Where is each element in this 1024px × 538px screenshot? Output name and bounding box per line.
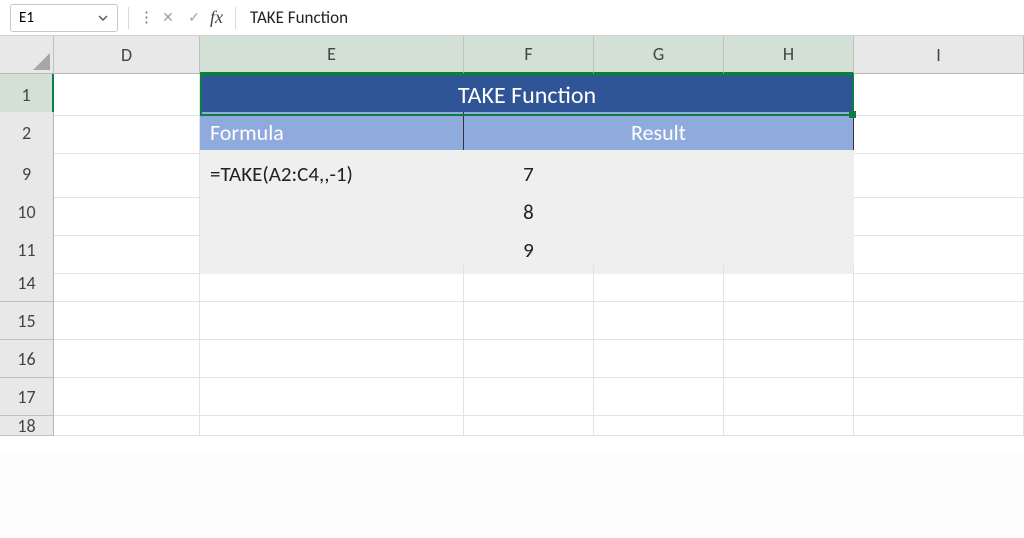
cell-D1[interactable] (54, 74, 200, 116)
cell-I17[interactable] (854, 378, 1024, 416)
cell-D17[interactable] (54, 378, 200, 416)
cell-I15[interactable] (854, 302, 1024, 340)
formula-bar: E1 ⋮ ✕ ✓ fx TAKE Function (0, 0, 1024, 36)
cell-I18[interactable] (854, 416, 1024, 436)
cell-I1[interactable] (854, 74, 1024, 116)
cell-F17[interactable] (464, 378, 594, 416)
cell-E16[interactable] (200, 340, 464, 378)
col-header-F[interactable]: F (464, 36, 594, 74)
row-header-16[interactable]: 16 (0, 340, 54, 378)
cell-G14[interactable] (594, 264, 724, 302)
cell-D16[interactable] (54, 340, 200, 378)
col-header-E[interactable]: E (200, 36, 464, 74)
row-header-15[interactable]: 15 (0, 302, 54, 340)
cell-I14[interactable] (854, 264, 1024, 302)
cell-G17[interactable] (594, 378, 724, 416)
cell-E15[interactable] (200, 302, 464, 340)
cell-G18[interactable] (594, 416, 724, 436)
cell-E18[interactable] (200, 416, 464, 436)
vertical-dots-icon[interactable]: ⋮ (139, 8, 154, 27)
row-header-1[interactable]: 1 (0, 74, 54, 116)
formula-input-value: TAKE Function (250, 7, 348, 28)
spreadsheet-grid[interactable]: D E F G H I 1 TAKE Function 2 Formula Re… (0, 36, 1024, 454)
enter-formula-button[interactable]: ✓ (182, 4, 206, 32)
chevron-down-icon[interactable] (97, 12, 109, 24)
cell-G16[interactable] (594, 340, 724, 378)
cell-E1-merged-title[interactable]: TAKE Function (200, 74, 854, 116)
col-header-G[interactable]: G (594, 36, 724, 74)
cell-F15[interactable] (464, 302, 594, 340)
cell-E2-header-formula[interactable]: Formula (200, 112, 464, 154)
cell-D15[interactable] (54, 302, 200, 340)
row-header-18[interactable]: 18 (0, 416, 54, 436)
cell-H15[interactable] (724, 302, 854, 340)
cell-E14[interactable] (200, 264, 464, 302)
cell-I2[interactable] (854, 112, 1024, 154)
col-header-I[interactable]: I (854, 36, 1024, 74)
cell-G15[interactable] (594, 302, 724, 340)
insert-function-button[interactable]: fx (210, 7, 223, 28)
row-header-14[interactable]: 14 (0, 264, 54, 302)
cancel-icon: ✕ (162, 9, 174, 26)
col-header-H[interactable]: H (724, 36, 854, 74)
cell-F18[interactable] (464, 416, 594, 436)
check-icon: ✓ (188, 9, 200, 26)
row-header-2[interactable]: 2 (0, 112, 54, 154)
cancel-formula-button[interactable]: ✕ (156, 4, 180, 32)
cell-D2[interactable] (54, 112, 200, 154)
cell-I16[interactable] (854, 340, 1024, 378)
select-all-corner[interactable] (0, 36, 54, 74)
cell-E17[interactable] (200, 378, 464, 416)
cell-F16[interactable] (464, 340, 594, 378)
name-box-value: E1 (19, 9, 34, 27)
cell-F14[interactable] (464, 264, 594, 302)
col-header-D[interactable]: D (54, 36, 200, 74)
row-header-17[interactable]: 17 (0, 378, 54, 416)
cell-H18[interactable] (724, 416, 854, 436)
cell-D18[interactable] (54, 416, 200, 436)
formula-input[interactable]: TAKE Function (236, 4, 1024, 32)
title-text: TAKE Function (458, 81, 596, 110)
cell-H14[interactable] (724, 264, 854, 302)
cell-D14[interactable] (54, 264, 200, 302)
name-box[interactable]: E1 (10, 4, 118, 32)
cell-F2-header-result[interactable]: Result (464, 112, 854, 154)
cell-H17[interactable] (724, 378, 854, 416)
cell-H16[interactable] (724, 340, 854, 378)
separator (128, 7, 129, 29)
fx-icon: fx (210, 7, 223, 27)
